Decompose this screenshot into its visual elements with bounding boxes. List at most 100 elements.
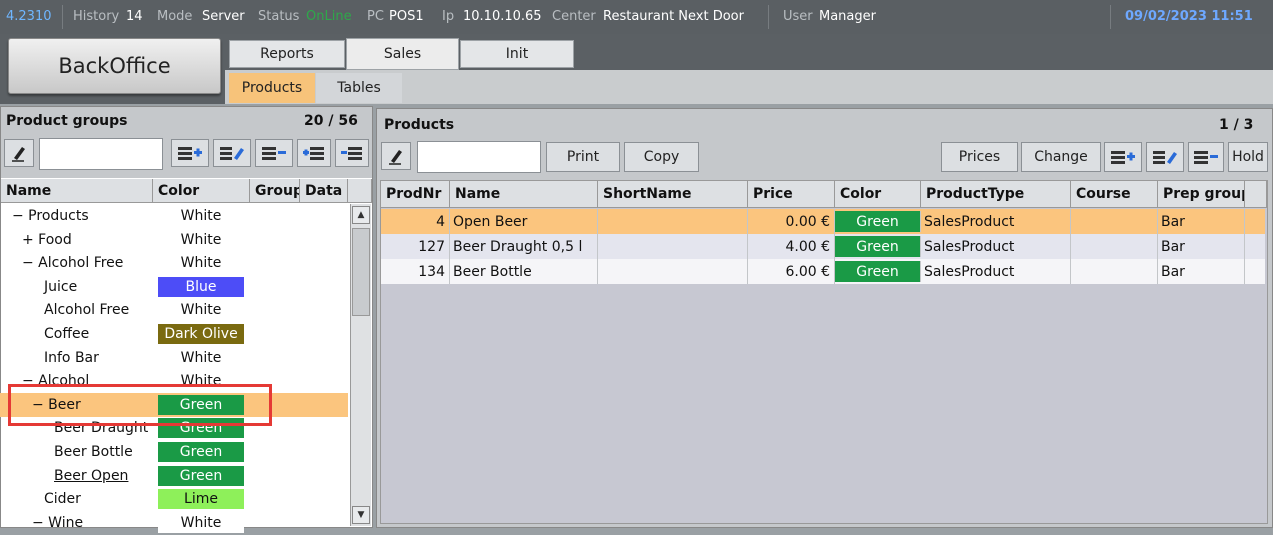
list-item[interactable]: Coffee Dark Olive <box>0 322 348 346</box>
pencil-icon <box>12 147 25 162</box>
edit-button[interactable] <box>4 139 34 167</box>
scroll-thumb[interactable] <box>352 228 370 316</box>
column-header-spacer <box>1245 181 1267 208</box>
list-item[interactable]: Info Bar White <box>0 346 348 370</box>
cell-name: Open Beer <box>450 209 598 234</box>
cell-name: Beer Bottle <box>450 259 598 284</box>
cell-color: Green <box>835 261 921 282</box>
products-search-input[interactable] <box>417 141 541 173</box>
indent-icon <box>303 147 324 160</box>
column-header-group[interactable]: Group <box>250 179 300 203</box>
user-value: Manager <box>819 9 876 24</box>
pencil-icon <box>389 150 402 165</box>
cell-price: 4.00 € <box>748 234 835 259</box>
list-edit-icon <box>220 147 244 160</box>
user-label: User <box>783 9 813 24</box>
list-item[interactable]: + Food White <box>0 228 348 252</box>
column-header-spacer <box>348 179 372 203</box>
cell-prep: Bar <box>1158 259 1245 284</box>
cell-course <box>1071 234 1158 259</box>
print-button[interactable]: Print <box>546 142 620 172</box>
divider <box>62 5 63 29</box>
remove-group-button[interactable] <box>255 139 293 167</box>
column-header-color[interactable]: Color <box>835 181 921 208</box>
column-header-prep-group[interactable]: Prep group <box>1158 181 1245 208</box>
group-color-swatch: Green <box>158 465 244 486</box>
ip-label: Ip <box>442 9 455 24</box>
group-name: + Food <box>22 231 72 248</box>
edit-button[interactable] <box>381 142 411 170</box>
tab-reports[interactable]: Reports <box>229 40 345 68</box>
list-item[interactable]: − Products White <box>0 204 348 228</box>
backoffice-button[interactable]: BackOffice <box>8 38 221 94</box>
scroll-down-icon[interactable]: ▼ <box>352 506 370 524</box>
tab-sales[interactable]: Sales <box>346 38 459 70</box>
list-item[interactable]: Juice Blue <box>0 275 348 299</box>
copy-button[interactable]: Copy <box>624 142 699 172</box>
column-header-color[interactable]: Color <box>153 179 250 203</box>
column-header-course[interactable]: Course <box>1071 181 1158 208</box>
version: 4.2310 <box>6 9 52 24</box>
subtab-products[interactable]: Products <box>229 73 315 103</box>
list-add-icon <box>178 147 202 160</box>
column-header-name[interactable]: Name <box>450 181 598 208</box>
subtab-tables[interactable]: Tables <box>316 73 402 103</box>
outdent-group-button[interactable] <box>335 139 369 167</box>
cell-course <box>1071 259 1158 284</box>
edit-group-button[interactable] <box>213 139 251 167</box>
cell-prep: Bar <box>1158 234 1245 259</box>
edit-product-button[interactable] <box>1146 142 1184 172</box>
table-row[interactable]: 134 Beer Bottle 6.00 € Green SalesProduct Bar <box>381 259 1265 284</box>
tab-init[interactable]: Init <box>460 40 574 68</box>
list-add-icon <box>1111 151 1135 164</box>
outdent-icon <box>341 147 362 160</box>
center-label: Center <box>552 9 596 24</box>
group-name: Beer Open <box>54 467 129 484</box>
product-groups-count: 20 / 56 <box>304 113 358 129</box>
list-item[interactable]: Alcohol Free White <box>0 298 348 322</box>
groups-scrollbar[interactable]: ▲ ▼ <box>350 204 371 526</box>
cell-price: 6.00 € <box>748 259 835 284</box>
cell-price: 0.00 € <box>748 209 835 234</box>
column-header-name[interactable]: Name <box>1 179 153 203</box>
group-name: Cider <box>44 491 81 508</box>
pc-label: PC <box>367 9 384 24</box>
cell-short <box>598 209 748 234</box>
scroll-up-icon[interactable]: ▲ <box>352 206 370 224</box>
status-bar: 4.2310 History 14 Mode Server Status OnL… <box>0 0 1273 34</box>
column-header-price[interactable]: Price <box>748 181 835 208</box>
group-name: Alcohol Free <box>44 302 130 319</box>
add-product-button[interactable] <box>1104 142 1142 172</box>
prices-button[interactable]: Prices <box>941 142 1018 172</box>
list-item[interactable]: Beer Open Green <box>0 464 348 488</box>
column-header-shortname[interactable]: ShortName <box>598 181 748 208</box>
mode-label: Mode <box>157 9 193 24</box>
table-row[interactable]: 127 Beer Draught 0,5 l 4.00 € Green SalesPro… <box>381 234 1265 259</box>
column-header-producttype[interactable]: ProductType <box>921 181 1071 208</box>
column-header-prodnr[interactable]: ProdNr <box>381 181 450 208</box>
products-title: Products <box>384 117 455 133</box>
highlight-box <box>8 384 272 426</box>
remove-product-button[interactable] <box>1188 142 1224 172</box>
history-label: History <box>73 9 120 24</box>
group-color-swatch: Blue <box>158 276 244 297</box>
list-item[interactable]: Beer Bottle Green <box>0 440 348 464</box>
list-item[interactable]: Cider Lime <box>0 487 348 511</box>
list-item[interactable]: − Wine White <box>0 511 348 535</box>
change-button[interactable]: Change <box>1021 142 1101 172</box>
list-item[interactable]: − Alcohol Free White <box>0 251 348 275</box>
pc-value: POS1 <box>389 9 424 24</box>
table-row[interactable]: 4 Open Beer 0.00 € Green SalesProduct Bar <box>381 209 1265 234</box>
divider <box>768 5 769 29</box>
product-groups-title: Product groups <box>6 113 128 129</box>
group-name: − Alcohol Free <box>22 255 124 272</box>
cell-type: SalesProduct <box>921 259 1071 284</box>
groups-search-input[interactable] <box>39 138 163 170</box>
column-header-data[interactable]: Data <box>300 179 348 203</box>
cell-type: SalesProduct <box>921 234 1071 259</box>
group-color-swatch: White <box>158 206 244 226</box>
cell-nr: 134 <box>381 259 450 284</box>
add-group-button[interactable] <box>171 139 209 167</box>
indent-group-button[interactable] <box>297 139 331 167</box>
hold-button[interactable]: Hold <box>1228 142 1268 172</box>
